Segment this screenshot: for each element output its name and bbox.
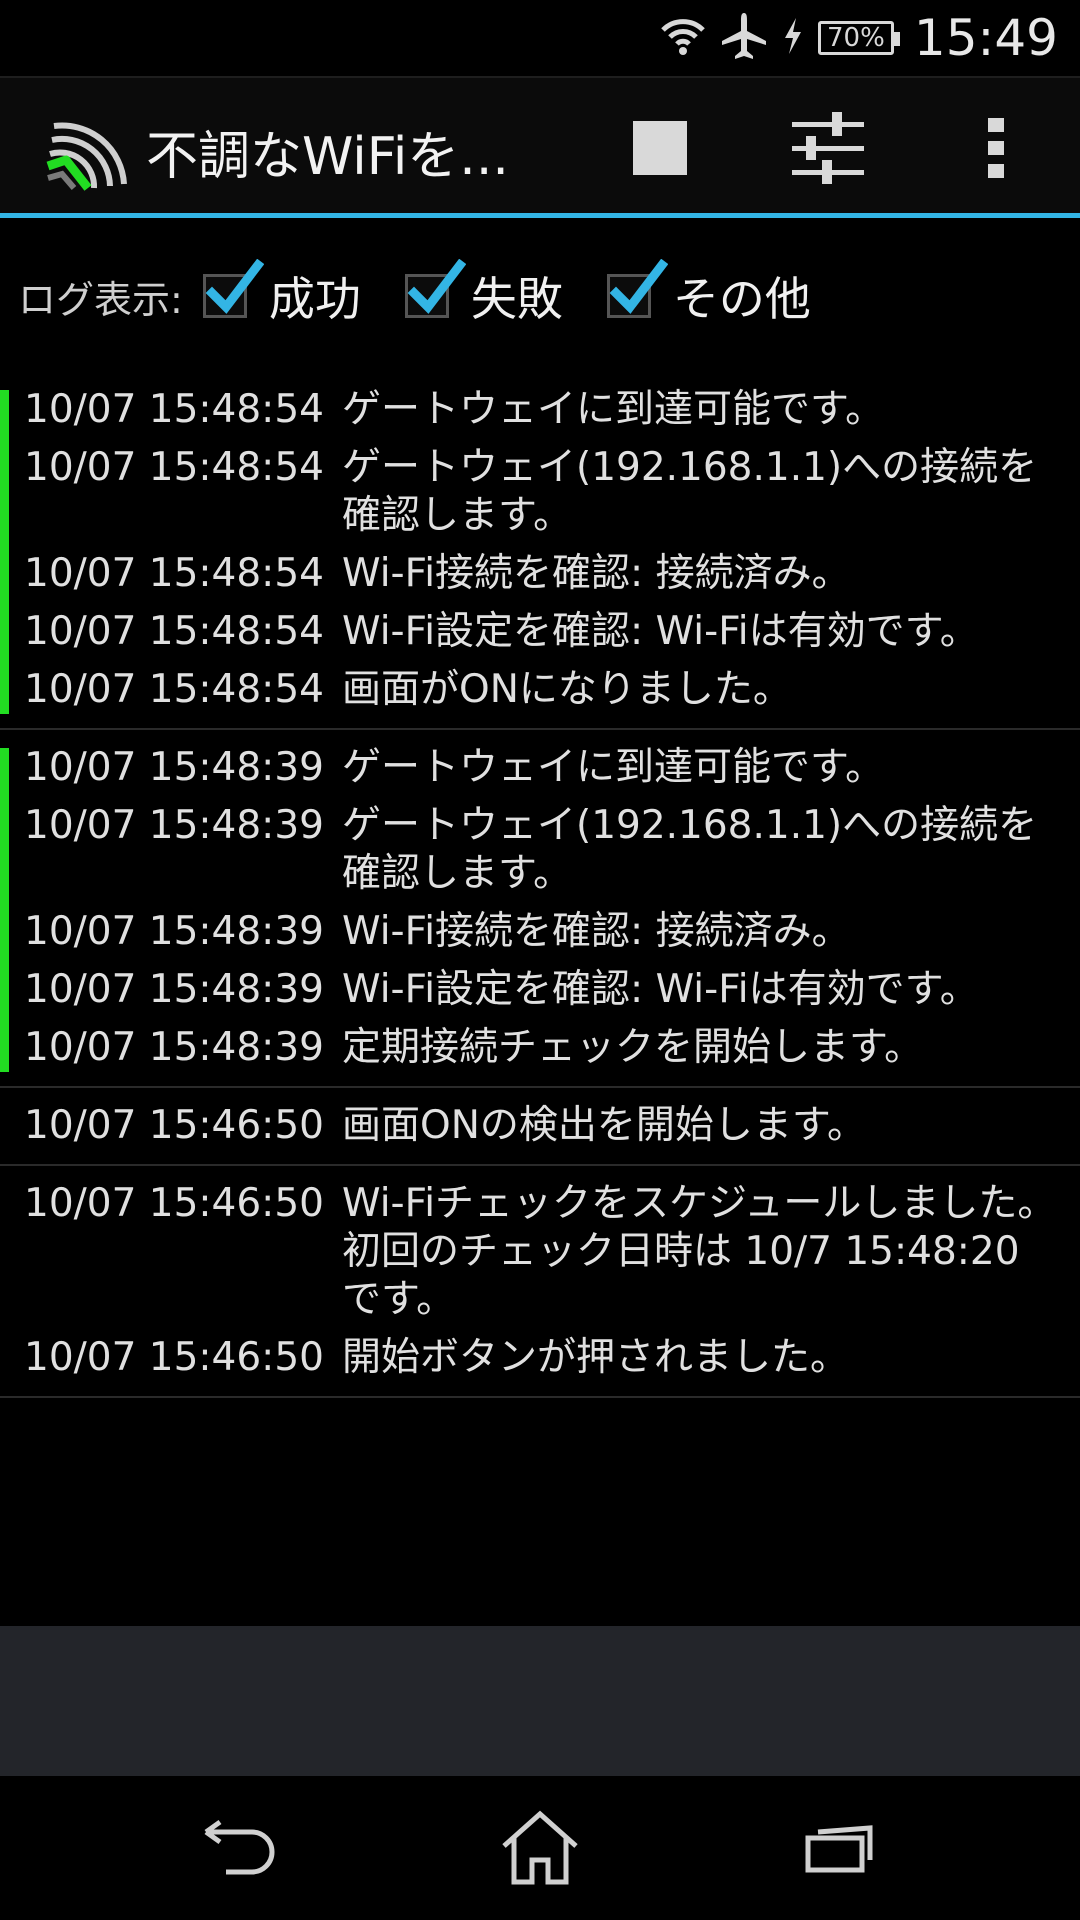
- battery-icon: 70%: [817, 21, 900, 55]
- log-filter-row: ログ表示: 成功 失敗 その他: [18, 259, 855, 329]
- log-message: Wi-Fi接続を確認: 接続済み。: [342, 909, 851, 954]
- failure-checkbox[interactable]: [404, 259, 466, 318]
- filter-other[interactable]: その他: [606, 259, 811, 329]
- wifi-icon: [660, 16, 706, 60]
- stop-button[interactable]: [612, 100, 708, 196]
- log-group: 10/07 15:46:50 Wi-Fiチェックをスケジュールしました。初回のチ…: [0, 1166, 1080, 1398]
- log-message: 開始ボタンが押されました。: [342, 1335, 850, 1380]
- settings-sliders-icon: [792, 112, 864, 184]
- checkmark-icon: [205, 259, 264, 314]
- log-message: ゲートウェイ(192.168.1.1)への接続を確認します。: [342, 803, 1038, 896]
- log-message: 画面がONになりました。: [342, 667, 792, 712]
- back-button[interactable]: [180, 1798, 300, 1898]
- log-entry: 10/07 15:46:50 画面ONの検出を開始します。: [0, 1102, 1080, 1150]
- log-time: 10/07 15:48:39: [24, 967, 324, 1012]
- log-entry: 10/07 15:48:39 ゲートウェイに到達可能です。: [0, 744, 1080, 792]
- filter-failure-label: 失敗: [470, 272, 563, 326]
- log-entry: 10/07 15:48:39 ゲートウェイ(192.168.1.1)への接続を確…: [0, 802, 1080, 898]
- log-message: Wi-Fi接続を確認: 接続済み。: [342, 551, 851, 596]
- log-time: 10/07 15:48:39: [24, 745, 324, 790]
- log-time: 10/07 15:48:54: [24, 667, 324, 712]
- filter-success[interactable]: 成功: [202, 259, 361, 329]
- log-list[interactable]: 10/07 15:48:54 ゲートウェイに到達可能です。 10/07 15:4…: [0, 372, 1080, 1398]
- overflow-menu-icon: [988, 118, 1004, 178]
- log-time: 10/07 15:48:39: [24, 803, 324, 848]
- log-entry: 10/07 15:48:39 定期接続チェックを開始します。: [0, 1024, 1080, 1072]
- log-message: ゲートウェイに到達可能です。: [342, 387, 885, 432]
- filter-label: ログ表示:: [18, 277, 183, 322]
- log-entry: 10/07 15:48:54 Wi-Fi接続を確認: 接続済み。: [0, 550, 1080, 598]
- navigation-bar: [0, 1776, 1080, 1920]
- recent-apps-icon: [805, 1825, 873, 1873]
- log-message: ゲートウェイ(192.168.1.1)への接続を確認します。: [342, 445, 1038, 538]
- home-icon: [502, 1810, 578, 1885]
- log-time: 10/07 15:46:50: [24, 1335, 324, 1380]
- status-bar: 70% 15:49: [0, 0, 1080, 78]
- app-title: 不調なWiFiを...: [146, 127, 509, 187]
- log-message: Wi-Fiチェックをスケジュールしました。初回のチェック日時は 10/7 15:…: [342, 1181, 1057, 1322]
- bottom-panel: [0, 1626, 1080, 1776]
- recent-apps-button[interactable]: [780, 1798, 900, 1898]
- filter-success-label: 成功: [268, 272, 361, 326]
- back-icon: [204, 1819, 275, 1875]
- log-group: 10/07 15:48:54 ゲートウェイに到達可能です。 10/07 15:4…: [0, 372, 1080, 730]
- log-time: 10/07 15:46:50: [24, 1181, 324, 1226]
- airplane-icon: [720, 11, 768, 65]
- log-time: 10/07 15:46:50: [24, 1103, 324, 1148]
- log-entry: 10/07 15:48:54 Wi-Fi設定を確認: Wi-Fiは有効です。: [0, 608, 1080, 656]
- log-message: ゲートウェイに到達可能です。: [342, 745, 885, 790]
- log-entry: 10/07 15:48:54 ゲートウェイに到達可能です。: [0, 386, 1080, 434]
- log-time: 10/07 15:48:54: [24, 387, 324, 432]
- filter-failure[interactable]: 失敗: [404, 259, 563, 329]
- stop-icon: [633, 121, 687, 175]
- home-button[interactable]: [480, 1798, 600, 1898]
- log-entry: 10/07 15:48:39 Wi-Fi接続を確認: 接続済み。: [0, 908, 1080, 956]
- clock: 15:49: [913, 9, 1058, 67]
- log-entry: 10/07 15:46:50 開始ボタンが押されました。: [0, 1334, 1080, 1382]
- settings-button[interactable]: [780, 100, 876, 196]
- log-entry: 10/07 15:46:50 Wi-Fiチェックをスケジュールしました。初回のチ…: [0, 1180, 1080, 1324]
- log-time: 10/07 15:48:39: [24, 909, 324, 954]
- log-entry: 10/07 15:48:54 画面がONになりました。: [0, 666, 1080, 714]
- app-logo-icon[interactable]: [44, 104, 132, 192]
- log-group: 10/07 15:46:50 画面ONの検出を開始します。: [0, 1088, 1080, 1166]
- checkmark-icon: [609, 259, 668, 314]
- action-bar-divider: [0, 213, 1080, 218]
- log-entry: 10/07 15:48:54 ゲートウェイ(192.168.1.1)への接続を確…: [0, 444, 1080, 540]
- checkmark-icon: [407, 259, 466, 314]
- log-time: 10/07 15:48:39: [24, 1025, 324, 1070]
- success-checkbox[interactable]: [202, 259, 264, 318]
- log-time: 10/07 15:48:54: [24, 609, 324, 654]
- action-bar: 不調なWiFiを...: [0, 78, 1080, 218]
- other-checkbox[interactable]: [606, 259, 668, 318]
- overflow-menu-button[interactable]: [948, 100, 1044, 196]
- filter-other-label: その他: [672, 272, 811, 326]
- log-entry: 10/07 15:48:39 Wi-Fi設定を確認: Wi-Fiは有効です。: [0, 966, 1080, 1014]
- log-message: 定期接続チェックを開始します。: [342, 1025, 924, 1070]
- log-message: 画面ONの検出を開始します。: [342, 1103, 866, 1148]
- log-message: Wi-Fi設定を確認: Wi-Fiは有効です。: [342, 967, 979, 1012]
- battery-level: 70%: [827, 23, 885, 53]
- log-message: Wi-Fi設定を確認: Wi-Fiは有効です。: [342, 609, 979, 654]
- charging-icon: [782, 16, 804, 60]
- log-time: 10/07 15:48:54: [24, 445, 324, 490]
- log-time: 10/07 15:48:54: [24, 551, 324, 596]
- log-group: 10/07 15:48:39 ゲートウェイに到達可能です。 10/07 15:4…: [0, 730, 1080, 1088]
